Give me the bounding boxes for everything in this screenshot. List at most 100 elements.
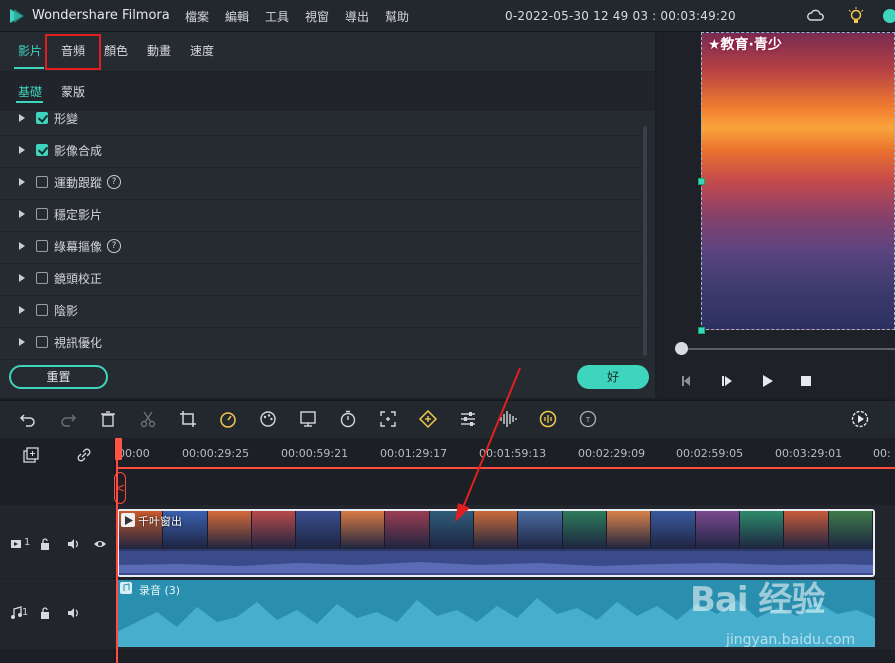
- redo-icon[interactable]: [58, 409, 78, 429]
- property-checkbox[interactable]: [36, 240, 48, 252]
- expand-arrow-icon[interactable]: [19, 306, 25, 314]
- clip-waveform-shape: [119, 562, 873, 573]
- property-checkbox[interactable]: [36, 112, 48, 124]
- speaker-icon[interactable]: [66, 537, 80, 551]
- speech-to-text-icon[interactable]: T: [578, 409, 598, 429]
- render-preview-icon[interactable]: [850, 409, 870, 429]
- speed-icon[interactable]: [218, 409, 238, 429]
- property-label: 陰影: [54, 304, 79, 318]
- eye-icon[interactable]: [93, 538, 107, 550]
- duration-icon[interactable]: [338, 409, 358, 429]
- property-checkbox[interactable]: [36, 144, 48, 156]
- adjust-icon[interactable]: [458, 409, 478, 429]
- menu-tools[interactable]: 工具: [265, 8, 289, 25]
- clip-thumbnail: [518, 511, 563, 549]
- expand-arrow-icon[interactable]: [19, 146, 25, 154]
- fit-frame-icon[interactable]: [378, 409, 398, 429]
- property-checkbox[interactable]: [36, 272, 48, 284]
- ok-button[interactable]: 好: [577, 365, 649, 389]
- clip-thumbnail: [562, 511, 607, 549]
- transform-handle-left[interactable]: [698, 178, 705, 185]
- property-checkbox[interactable]: [36, 208, 48, 220]
- preview-overlay-text: ★教育·青少: [708, 37, 782, 53]
- audio-lock-icon[interactable]: [39, 606, 51, 620]
- expand-arrow-icon[interactable]: [19, 242, 25, 250]
- preview-video[interactable]: [701, 32, 895, 330]
- clip-thumbnail: [340, 511, 386, 549]
- menu-file[interactable]: 檔案: [185, 8, 209, 25]
- property-row[interactable]: [0, 104, 645, 136]
- transform-handle-bottom-left[interactable]: [698, 327, 705, 334]
- audio-track-number: 1: [22, 607, 29, 618]
- ruler-tick: 00:00: [118, 447, 150, 460]
- audio-clip-title: 录音 (3): [139, 584, 181, 597]
- property-checkbox[interactable]: [36, 336, 48, 348]
- playhead-marker-icon[interactable]: <: [114, 472, 126, 504]
- expand-arrow-icon[interactable]: [19, 114, 25, 122]
- properties-scrollbar[interactable]: [643, 126, 647, 356]
- expand-arrow-icon[interactable]: [19, 274, 25, 282]
- lock-icon[interactable]: [39, 537, 51, 551]
- project-title: 0-2022-05-30 12 49 03 : 00:03:49:20: [505, 9, 736, 23]
- help-icon[interactable]: ?: [107, 239, 121, 253]
- audio-mixer-icon[interactable]: [538, 409, 558, 429]
- ruler-tick: 00:03:29:01: [775, 447, 843, 460]
- delete-icon[interactable]: [98, 409, 118, 429]
- menu-edit[interactable]: 編輯: [225, 8, 249, 25]
- clip-thumbnail: [429, 511, 474, 549]
- clip-thumbnail: [207, 511, 253, 549]
- playhead-handle[interactable]: [115, 438, 122, 460]
- stop-icon[interactable]: [800, 375, 812, 387]
- ruler-tick: 00:02:29:09: [578, 447, 646, 460]
- property-label: 視訊優化: [54, 336, 103, 350]
- playhead-range-bar: [116, 467, 895, 469]
- help-icon[interactable]: ?: [107, 175, 121, 189]
- preview-progress-track[interactable]: [675, 348, 895, 350]
- crop-icon[interactable]: [178, 409, 198, 429]
- menu-help[interactable]: 幫助: [385, 8, 409, 25]
- clip-title: 千叶窗出: [138, 515, 182, 528]
- clip-thumbnail: [695, 511, 741, 549]
- video-track-number: 1: [24, 537, 31, 548]
- property-row[interactable]: [0, 296, 645, 328]
- subtab-mask[interactable]: 蒙版: [61, 83, 85, 100]
- timeline-toolbar: [0, 400, 895, 438]
- expand-arrow-icon[interactable]: [19, 210, 25, 218]
- filmora-logo-icon: [10, 9, 24, 23]
- link-icon[interactable]: [75, 446, 93, 464]
- menu-view[interactable]: 視窗: [305, 8, 329, 25]
- next-frame-icon[interactable]: [720, 374, 734, 388]
- bulb-icon[interactable]: [846, 6, 866, 26]
- reset-button[interactable]: 重置: [9, 365, 108, 389]
- cloud-icon[interactable]: [806, 6, 826, 26]
- subtab-basic[interactable]: 基礎: [18, 83, 42, 100]
- prev-frame-icon[interactable]: [680, 374, 694, 388]
- undo-icon[interactable]: [18, 409, 38, 429]
- clip-thumbnail: [651, 511, 696, 549]
- property-label: 穩定影片: [54, 208, 103, 222]
- property-checkbox[interactable]: [36, 176, 48, 188]
- baidu-watermark: Bai 经验: [690, 580, 825, 620]
- cut-icon[interactable]: [138, 409, 158, 429]
- keyframe-icon[interactable]: [418, 409, 438, 429]
- tab-speed[interactable]: 速度: [190, 42, 214, 59]
- expand-arrow-icon[interactable]: [19, 338, 25, 346]
- tab-video[interactable]: 影片: [18, 42, 42, 59]
- tab-animation[interactable]: 動畫: [147, 42, 171, 59]
- music-note-icon: [11, 606, 22, 619]
- tab-color[interactable]: 顏色: [104, 42, 128, 59]
- green-screen-icon[interactable]: [298, 409, 318, 429]
- clip-thumbnail: [740, 511, 785, 549]
- audio-speaker-icon[interactable]: [66, 606, 80, 620]
- property-checkbox[interactable]: [36, 304, 48, 316]
- add-track-icon[interactable]: [22, 446, 40, 464]
- menu-export[interactable]: 導出: [345, 8, 369, 25]
- color-palette-icon[interactable]: [258, 409, 278, 429]
- account-icon[interactable]: [880, 6, 895, 26]
- ruler-tick: 00:01:29:17: [380, 447, 448, 460]
- audio-wave-icon[interactable]: [498, 409, 518, 429]
- preview-progress-knob[interactable]: [675, 342, 688, 355]
- expand-arrow-icon[interactable]: [19, 178, 25, 186]
- clip-thumbnail: [784, 511, 829, 549]
- play-icon[interactable]: [760, 374, 774, 388]
